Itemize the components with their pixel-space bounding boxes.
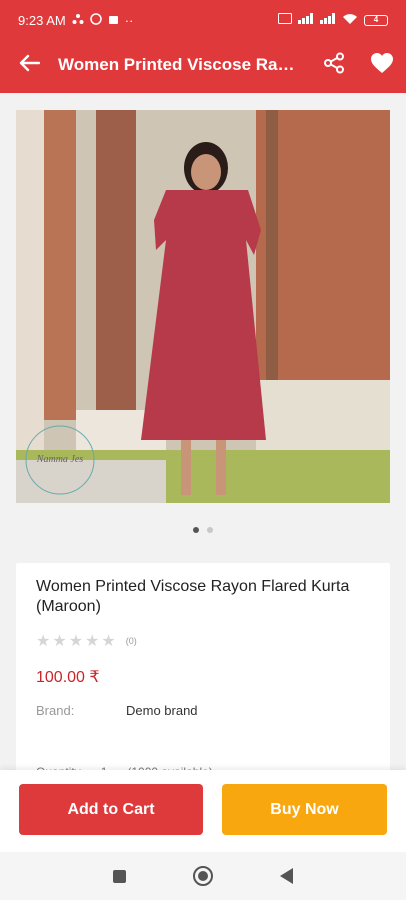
product-details-card: Women Printed Viscose Rayon Flared Kurta… <box>16 563 390 793</box>
share-button[interactable] <box>310 40 358 90</box>
sim-icon <box>278 13 292 27</box>
rating-count: (0) <box>125 636 137 646</box>
home-icon[interactable] <box>192 866 213 886</box>
brand-value: Demo brand <box>126 703 198 718</box>
product-image-gallery[interactable]: Namma Jes <box>16 110 390 503</box>
battery-icon: 4 <box>364 14 388 26</box>
arrow-left-icon <box>18 54 41 77</box>
add-to-cart-button[interactable]: Add to Cart <box>19 784 203 835</box>
star-icon: ★ <box>36 633 51 650</box>
system-nav-bar <box>0 852 406 900</box>
product-price: 100.00 ₹ <box>36 669 100 686</box>
star-icon: ★ <box>68 633 84 650</box>
star-icon: ★ <box>52 633 67 650</box>
product-image: Namma Jes <box>16 110 390 503</box>
wishlist-button[interactable] <box>358 40 406 90</box>
brand-label: Brand: <box>36 703 75 718</box>
back-button[interactable] <box>0 40 58 90</box>
heart-icon <box>370 52 394 79</box>
signal-1-icon <box>298 13 314 27</box>
buy-now-button[interactable]: Buy Now <box>222 784 387 835</box>
signal-2-icon <box>320 13 336 27</box>
page-title: Women Printed Viscose Rayon Flared Kurta… <box>58 55 310 74</box>
back-triangle-icon[interactable] <box>279 868 293 884</box>
network-share-icon <box>72 13 84 28</box>
bottom-action-bar: Add to Cart Buy Now <box>0 770 406 852</box>
gallery-pagination <box>0 527 406 533</box>
pagination-dot-active[interactable] <box>193 527 199 533</box>
pagination-dot[interactable] <box>207 527 213 533</box>
rating-stars: ★ ★ ★ ★ ★ (0) <box>36 631 370 651</box>
status-time: 9:23 AM <box>18 12 66 28</box>
app-bar: 9:23 AM ·· 4 Women Printed Viscose Rayon <box>0 0 406 93</box>
shopping-bag-icon <box>108 13 119 28</box>
toolbar: Women Printed Viscose Rayon Flared Kurta… <box>0 40 406 90</box>
brand-row: Brand: Demo brand <box>36 703 370 718</box>
wifi-icon <box>342 13 358 28</box>
star-icon: ★ <box>101 633 116 650</box>
star-icon: ★ <box>85 633 100 650</box>
product-name: Women Printed Viscose Rayon Flared Kurta… <box>36 578 350 615</box>
whatsapp-icon <box>89 12 102 28</box>
status-more: ·· <box>124 12 134 28</box>
recent-apps-icon[interactable] <box>113 869 127 883</box>
watermark-text: Namma Jes <box>36 454 83 465</box>
share-icon <box>323 52 345 79</box>
status-bar: 9:23 AM ·· 4 <box>0 0 406 40</box>
